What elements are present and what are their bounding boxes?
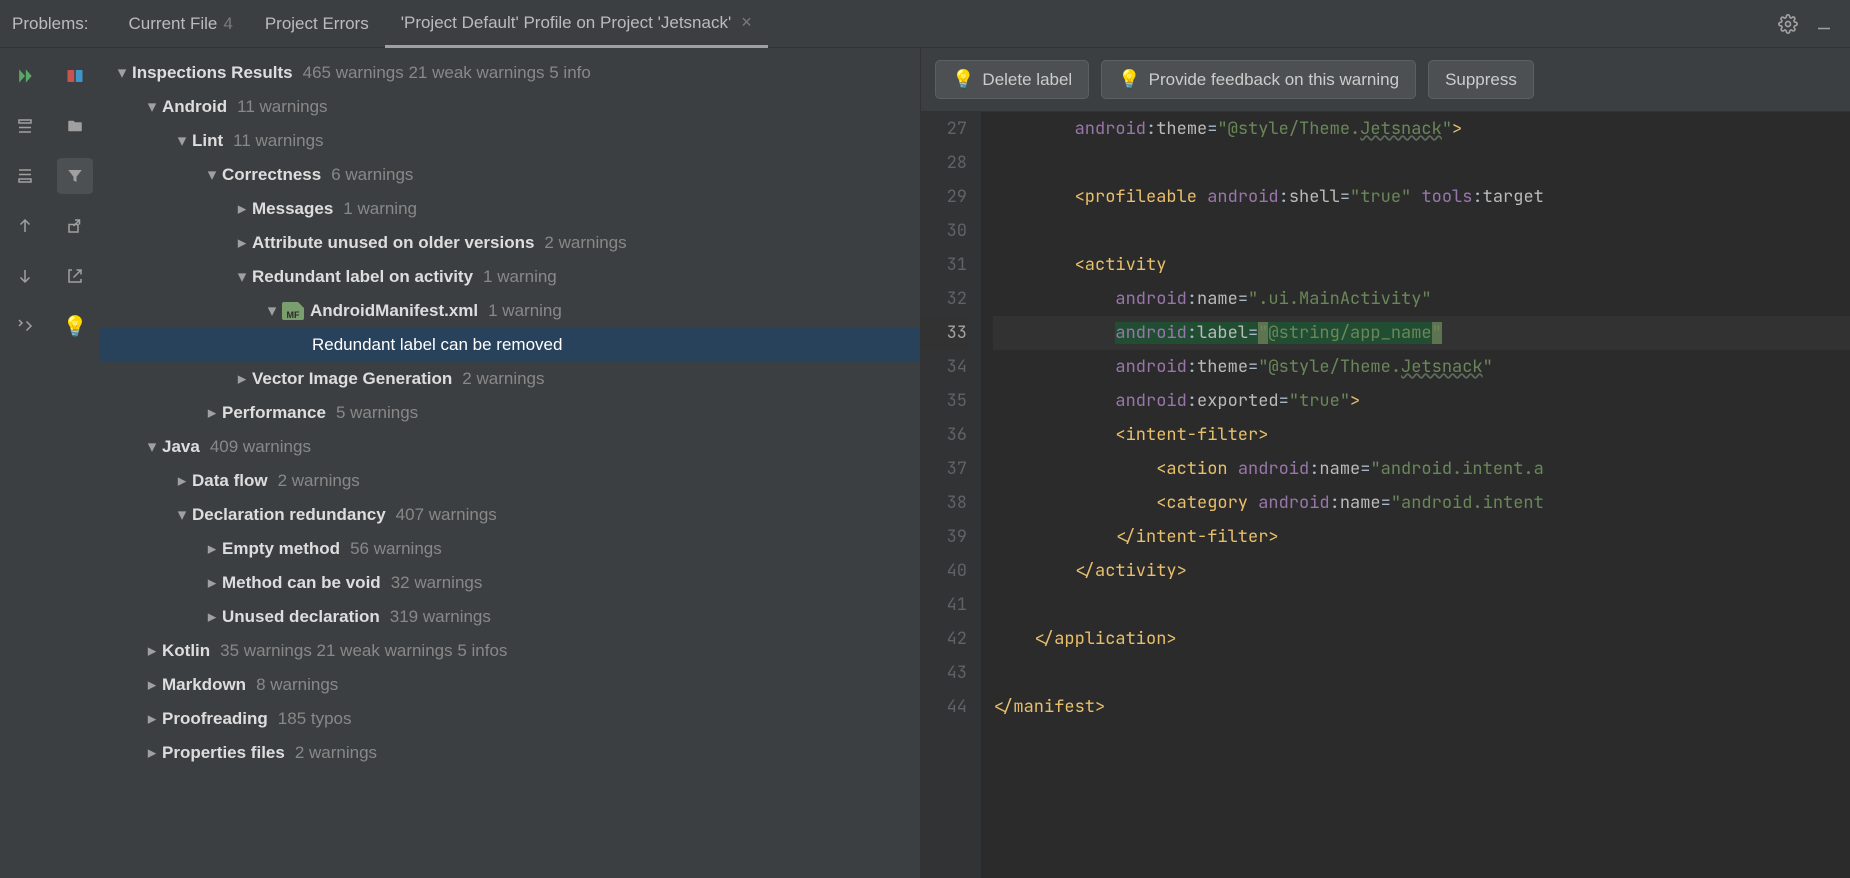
problems-tab[interactable]: Current File4 (113, 0, 249, 48)
chevron-right-icon: ▸ (232, 199, 252, 219)
problems-top-bar: Problems: Current File4Project Errors'Pr… (0, 0, 1850, 48)
intention-bulb-icon[interactable]: 💡 (57, 308, 93, 344)
close-icon[interactable]: × (741, 12, 752, 33)
chevron-right-icon: ▸ (202, 607, 222, 627)
problems-tab[interactable]: Project Errors (249, 0, 385, 48)
tree-node[interactable]: ▸Vector Image Generation2 warnings (100, 362, 920, 396)
tree-node[interactable]: ▾Correctness6 warnings (100, 158, 920, 192)
minimize-icon[interactable] (1810, 10, 1838, 38)
chevron-right-icon: ▸ (232, 369, 252, 389)
code-line[interactable]: </application> (993, 622, 1850, 656)
delete-label-button[interactable]: 💡 Delete label (935, 60, 1089, 99)
chevron-right-icon: ▸ (202, 403, 222, 423)
editor-panel: 💡 Delete label 💡 Provide feedback on thi… (920, 48, 1850, 878)
feedback-button[interactable]: 💡 Provide feedback on this warning (1101, 60, 1416, 99)
code-line[interactable]: <intent-filter> (993, 418, 1850, 452)
tree-node[interactable]: ▸Kotlin35 warnings 21 weak warnings 5 in… (100, 634, 920, 668)
code-line[interactable]: <profileable android:shell="true" tools:… (993, 180, 1850, 214)
bulb-icon: 💡 (1118, 69, 1140, 90)
tree-node[interactable]: ▾Java409 warnings (100, 430, 920, 464)
tree-node[interactable]: Redundant label can be removed (100, 328, 920, 362)
chevron-right-icon: ▸ (232, 233, 252, 253)
tree-node[interactable]: ▾Declaration redundancy407 warnings (100, 498, 920, 532)
code-line[interactable]: </activity> (993, 554, 1850, 588)
tree-node[interactable]: ▸Data flow2 warnings (100, 464, 920, 498)
tree-node[interactable]: ▾Lint11 warnings (100, 124, 920, 158)
expand-all-icon[interactable] (7, 158, 43, 194)
tree-node[interactable]: ▸Unused declaration319 warnings (100, 600, 920, 634)
tree-node[interactable]: ▸Properties files2 warnings (100, 736, 920, 770)
tree-node[interactable]: ▸Markdown8 warnings (100, 668, 920, 702)
chevron-down-icon: ▾ (172, 131, 192, 151)
tree-node[interactable]: ▸Performance5 warnings (100, 396, 920, 430)
group-icon[interactable] (57, 58, 93, 94)
problems-tab[interactable]: 'Project Default' Profile on Project 'Je… (385, 0, 768, 48)
code-line[interactable] (993, 146, 1850, 180)
code-line[interactable] (993, 214, 1850, 248)
tree-node[interactable]: ▾MFAndroidManifest.xml1 warning (100, 294, 920, 328)
left-toolbar-2: 💡 (50, 48, 100, 878)
problems-title: Problems: (12, 14, 89, 34)
chevron-down-icon: ▾ (142, 437, 162, 457)
chevron-down-icon: ▾ (262, 301, 282, 321)
filter-icon[interactable] (57, 158, 93, 194)
code-line[interactable] (993, 656, 1850, 690)
code-line[interactable]: android:name=".ui.MainActivity" (993, 282, 1850, 316)
suppress-button[interactable]: Suppress (1428, 60, 1534, 99)
tree-node[interactable]: ▸Proofreading185 typos (100, 702, 920, 736)
tree-node[interactable]: ▸Method can be void32 warnings (100, 566, 920, 600)
open-icon[interactable] (57, 258, 93, 294)
chevron-down-icon: ▾ (142, 97, 162, 117)
previous-icon[interactable] (7, 208, 43, 244)
code-editor[interactable]: 272829303132333435363738394041424344 and… (921, 112, 1850, 878)
folder-icon[interactable] (57, 108, 93, 144)
chevron-down-icon: ▾ (172, 505, 192, 525)
code-line[interactable]: </intent-filter> (993, 520, 1850, 554)
line-gutter: 272829303132333435363738394041424344 (921, 112, 981, 878)
chevron-right-icon: ▸ (202, 573, 222, 593)
chevron-down-icon: ▾ (232, 267, 252, 287)
code-line[interactable] (993, 588, 1850, 622)
chevron-right-icon: ▸ (142, 675, 162, 695)
tree-node[interactable]: ▸Messages1 warning (100, 192, 920, 226)
manifest-file-icon: MF (282, 302, 304, 320)
quickfix-bar: 💡 Delete label 💡 Provide feedback on thi… (921, 48, 1850, 112)
chevron-down-icon: ▾ (112, 63, 132, 83)
code-line[interactable]: <category android:name="android.intent (993, 486, 1850, 520)
code-line[interactable]: android:theme="@style/Theme.Jetsnack"> (993, 112, 1850, 146)
chevron-right-icon: ▸ (142, 743, 162, 763)
chevron-down-icon: ▾ (202, 165, 222, 185)
tree-node[interactable]: ▾Redundant label on activity1 warning (100, 260, 920, 294)
code-line[interactable]: android:exported="true"> (993, 384, 1850, 418)
export-icon[interactable] (57, 208, 93, 244)
chevron-right-icon: ▸ (172, 471, 192, 491)
next-icon[interactable] (7, 258, 43, 294)
code-line[interactable]: <activity (993, 248, 1850, 282)
rerun-icon[interactable] (7, 58, 43, 94)
code-line[interactable]: <action android:name="android.intent.a (993, 452, 1850, 486)
inspections-tree[interactable]: ▾ Inspections Results 465 warnings 21 we… (100, 48, 920, 878)
code-content[interactable]: android:theme="@style/Theme.Jetsnack"> <… (981, 112, 1850, 878)
gear-icon[interactable] (1774, 10, 1802, 38)
chevron-right-icon: ▸ (142, 709, 162, 729)
code-line[interactable]: android:theme="@style/Theme.Jetsnack" (993, 350, 1850, 384)
bulb-icon: 💡 (952, 69, 974, 90)
chevron-right-icon: ▸ (142, 641, 162, 661)
tree-node[interactable]: ▾Android11 warnings (100, 90, 920, 124)
tree-root[interactable]: ▾ Inspections Results 465 warnings 21 we… (100, 56, 920, 90)
tree-node[interactable]: ▸Attribute unused on older versions2 war… (100, 226, 920, 260)
code-line[interactable]: android:label="@string/app_name" (993, 316, 1850, 350)
tree-node[interactable]: ▸Empty method56 warnings (100, 532, 920, 566)
code-line[interactable]: </manifest> (993, 690, 1850, 724)
collapse-all-icon[interactable] (7, 108, 43, 144)
chevron-right-icon: ▸ (202, 539, 222, 559)
settings-icon[interactable] (7, 308, 43, 344)
left-toolbar-1 (0, 48, 50, 878)
